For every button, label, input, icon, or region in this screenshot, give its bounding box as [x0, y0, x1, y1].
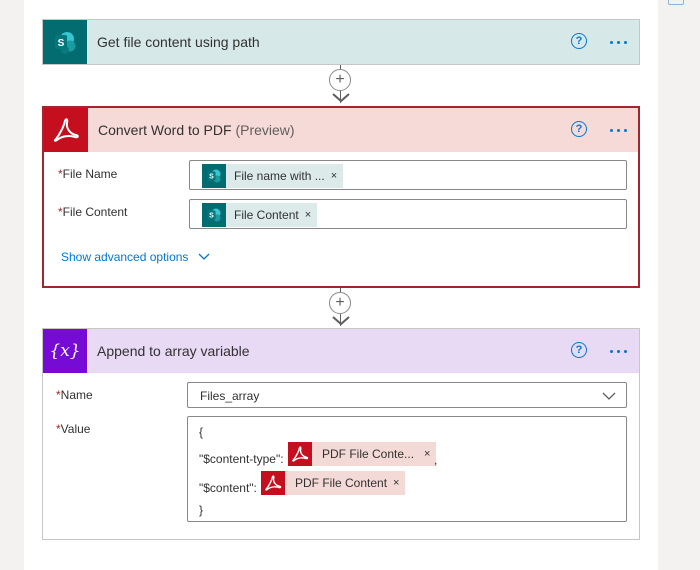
- sharepoint-icon: S: [202, 164, 226, 188]
- preview-tag: (Preview): [235, 122, 295, 138]
- add-step-plus-icon[interactable]: +: [329, 69, 351, 91]
- more-options-icon[interactable]: [610, 33, 627, 51]
- value-textarea[interactable]: [187, 416, 627, 522]
- svg-text:S: S: [58, 38, 65, 49]
- arrow-down-icon: [332, 93, 350, 103]
- variable-icon: {x}: [43, 329, 87, 373]
- card-header[interactable]: {x} Append to array variable ?: [43, 329, 639, 373]
- value-label-text: Value: [60, 422, 91, 436]
- value-label: *Value: [56, 422, 90, 436]
- more-options-icon[interactable]: [610, 342, 627, 360]
- content-key: "$content":: [199, 481, 257, 495]
- card-header[interactable]: Convert Word to PDF (Preview) ?: [44, 108, 638, 152]
- acrobat-icon: [44, 108, 88, 152]
- help-icon[interactable]: ?: [571, 33, 587, 49]
- svg-text:S: S: [209, 213, 214, 220]
- json-comma: ,: [434, 453, 438, 467]
- token-label: PDF File Content: [295, 476, 388, 490]
- token-label: File name with ...: [234, 169, 325, 183]
- variable-name-value: Files_array: [200, 389, 260, 403]
- chevron-down-icon: [602, 392, 616, 400]
- chevron-down-icon: [198, 253, 210, 260]
- convert-word-to-pdf-card[interactable]: Convert Word to PDF (Preview) ? *File Na…: [42, 106, 640, 288]
- file-content-token[interactable]: S File Content ×: [202, 203, 318, 227]
- pdf-content-type-token[interactable]: PDF File Conte... ×: [288, 442, 437, 466]
- remove-token-icon[interactable]: ×: [393, 477, 405, 489]
- card-title-text: Convert Word to PDF: [98, 122, 232, 138]
- remove-token-icon[interactable]: ×: [331, 170, 343, 182]
- sharepoint-icon: S: [202, 203, 226, 227]
- remove-token-icon[interactable]: ×: [305, 209, 317, 221]
- help-icon[interactable]: ?: [571, 342, 587, 358]
- file-name-label-text: File Name: [62, 167, 118, 181]
- variable-icon-glyph: {x}: [49, 341, 81, 361]
- get-file-content-card[interactable]: S Get file content using path ?: [42, 19, 640, 65]
- file-name-label: *File Name: [58, 167, 117, 181]
- add-step-plus-icon[interactable]: +: [329, 292, 351, 314]
- help-icon[interactable]: ?: [571, 121, 587, 137]
- pdf-content-token[interactable]: PDF File Content ×: [261, 471, 406, 495]
- card-title: Convert Word to PDF (Preview): [98, 122, 295, 138]
- sharepoint-icon: S: [43, 20, 87, 64]
- svg-text:S: S: [209, 174, 214, 181]
- show-advanced-options-link[interactable]: Show advanced options: [61, 250, 210, 264]
- token-label: File Content: [234, 208, 299, 222]
- advanced-options-label: Show advanced options: [61, 250, 189, 264]
- arrow-down-icon: [332, 316, 350, 326]
- variable-name-select[interactable]: Files_array: [187, 382, 627, 408]
- file-name-token[interactable]: S File name with ... ×: [202, 164, 344, 188]
- json-close-brace: }: [199, 503, 204, 517]
- card-title: Get file content using path: [97, 34, 260, 50]
- append-to-array-variable-card[interactable]: {x} Append to array variable ? *Name Fil…: [42, 328, 640, 540]
- name-label-text: Name: [60, 388, 93, 402]
- token-label: PDF File Conte...: [322, 447, 415, 461]
- insert-step-connector: +: [329, 65, 353, 107]
- json-open-brace: {: [199, 425, 204, 439]
- acrobat-icon: [261, 471, 285, 495]
- card-title: Append to array variable: [97, 343, 250, 359]
- corner-indicator: [668, 0, 684, 5]
- file-content-label: *File Content: [58, 205, 127, 219]
- insert-step-connector: +: [329, 288, 353, 330]
- acrobat-icon: [288, 442, 312, 466]
- card-header[interactable]: S Get file content using path ?: [43, 20, 639, 64]
- name-label: *Name: [56, 388, 93, 402]
- content-type-key: "$content-type":: [199, 452, 284, 466]
- file-content-label-text: File Content: [62, 205, 128, 219]
- more-options-icon[interactable]: [610, 121, 627, 139]
